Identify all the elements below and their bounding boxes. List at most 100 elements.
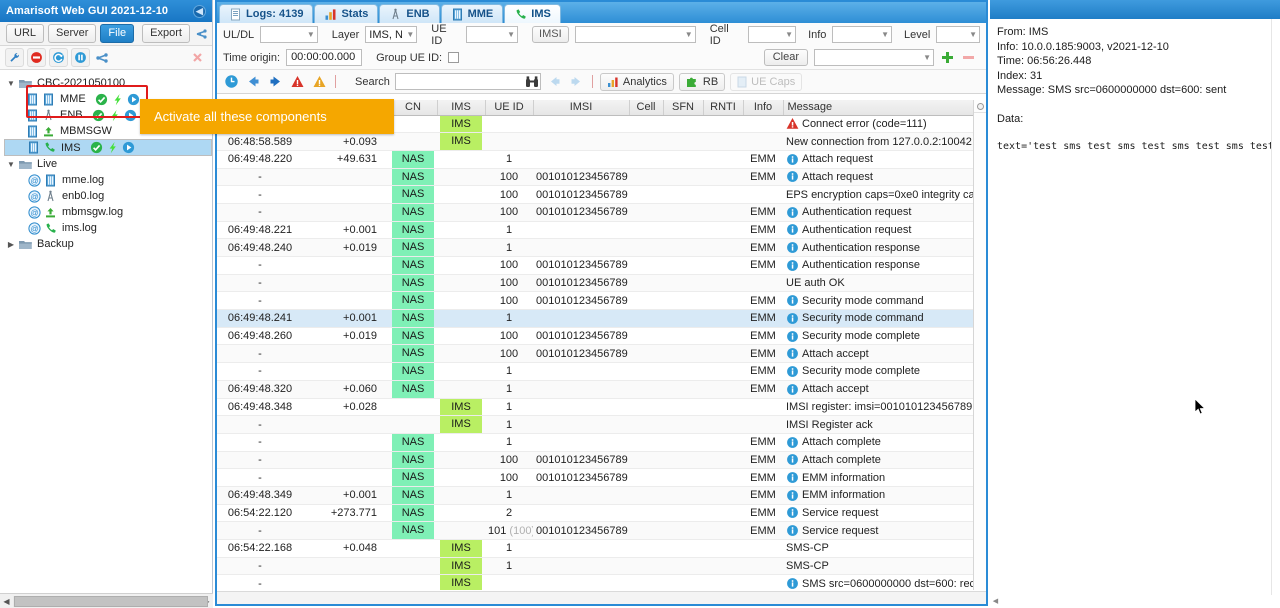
column-header-info[interactable]: Info <box>743 100 784 116</box>
imsi-button[interactable]: IMSI <box>532 26 569 43</box>
clock-icon[interactable] <box>223 73 240 90</box>
detail-vertical-scrollbar[interactable] <box>1271 19 1280 595</box>
tab-enb[interactable]: ENB <box>379 4 440 23</box>
tree-item-mme-log[interactable]: @ mme.log <box>4 172 212 188</box>
export-button[interactable]: Export <box>142 24 190 43</box>
binoculars-icon[interactable] <box>525 75 539 88</box>
tab-ims[interactable]: IMS <box>504 4 561 23</box>
table-row[interactable]: 06:49:48.349 +0.001 NAS 1 EMM EMM information <box>217 486 974 505</box>
sidebar-horizontal-scrollbar[interactable]: ◀ ▶ <box>0 593 213 608</box>
table-row[interactable]: 06:49:48.240 +0.019 NAS 1 EMM Authentication … <box>217 238 974 257</box>
warning-icon[interactable] <box>311 73 328 90</box>
chevron-left-icon[interactable]: ◀ <box>193 4 206 18</box>
refresh-icon[interactable] <box>49 48 68 67</box>
column-header-imsi[interactable]: IMSI <box>533 100 630 116</box>
table-row[interactable]: 06:54:22.120 +273.771 NAS 2 EMM Service reque… <box>217 504 974 523</box>
cellid-select[interactable]: ▼ <box>748 26 797 43</box>
prev-arrow-icon[interactable] <box>546 73 563 90</box>
wrench-icon[interactable] <box>5 48 24 67</box>
table-row[interactable]: - NAS 100 001010123456789 EMM Authentication … <box>217 256 974 275</box>
forward-arrow-icon[interactable] <box>267 73 284 90</box>
info-select[interactable]: ▼ <box>832 26 892 43</box>
table-row[interactable]: - NAS 101 (100) 001010123456789 EMM Service r… <box>217 521 974 540</box>
stop-icon[interactable] <box>27 48 46 67</box>
table-row[interactable]: - NAS 1 EMM Attach complete <box>217 433 974 452</box>
tree-item-cbc-2021050100[interactable]: ▼ CBC-2021050100 <box>4 75 212 91</box>
tab-logs[interactable]: Logs: 4139 <box>219 4 314 23</box>
table-row[interactable]: 06:54:22.168 +0.048 IMS 1 SMS-CP <box>217 539 974 558</box>
tree-item-backup[interactable]: ▶ Backup <box>4 236 212 252</box>
search-input[interactable] <box>394 73 541 90</box>
table-row[interactable]: - NAS 100 001010123456789 UE auth OK <box>217 274 974 293</box>
preset-select[interactable]: ▼ <box>814 49 934 66</box>
table-row[interactable]: - NAS 100 001010123456789 EMM Attach accept <box>217 344 974 364</box>
table-row[interactable]: 06:48:58.589 +0.093 IMS New connection from… <box>217 132 974 151</box>
table-row[interactable]: 06:49:48.221 +0.001 NAS 1 EMM Authentication … <box>217 221 974 240</box>
table-row[interactable]: 06:49:48.220 +49.631 NAS 1 EMM Attach request <box>217 150 974 169</box>
close-icon[interactable] <box>188 48 207 67</box>
tab-stats[interactable]: Stats <box>314 4 379 23</box>
uldl-select[interactable]: ▼ <box>260 26 318 43</box>
scroll-thumb[interactable] <box>14 595 208 607</box>
tree-toggle-icon[interactable]: ▼ <box>6 160 16 169</box>
table-row[interactable]: - NAS 100 001010123456789 EMM Authentication … <box>217 203 974 222</box>
table-row[interactable]: - NAS 100 001010123456789 EMM Security mode c… <box>217 291 974 311</box>
column-header-message[interactable]: Message <box>783 100 975 116</box>
ueid-select[interactable]: ▼ <box>466 26 519 43</box>
tree-toggle-icon[interactable]: ▼ <box>6 79 16 88</box>
next-arrow-icon[interactable] <box>568 73 585 90</box>
table-horizontal-scrollbar[interactable] <box>217 591 986 604</box>
column-header-cell[interactable]: Cell <box>629 100 664 116</box>
table-row[interactable]: - NAS 100 001010123456789 EMM Attach request <box>217 168 974 187</box>
table-row[interactable]: - IMS SMS src=0600000000 dst=600: received <box>217 574 974 590</box>
tree-toggle-icon[interactable]: ▶ <box>6 240 16 249</box>
table-row[interactable]: - NAS 100 001010123456789 EMM Attach complete <box>217 451 974 470</box>
tree-item-enb0-log[interactable]: @ enb0.log <box>4 188 212 204</box>
column-header-sfn[interactable]: SFN <box>663 100 704 116</box>
tree-item-ims[interactable]: IMS <box>4 139 212 156</box>
column-header-rnti[interactable]: RNTI <box>703 100 744 116</box>
back-arrow-icon[interactable] <box>245 73 262 90</box>
file-button[interactable]: File <box>100 24 135 43</box>
scroll-track[interactable] <box>13 595 208 607</box>
time-origin-input[interactable]: 00:00:00.000 <box>286 49 363 66</box>
table-row[interactable]: 06:49:48.320 +0.060 NAS 1 EMM Attach accept <box>217 380 974 399</box>
error-icon[interactable] <box>289 73 306 90</box>
table-row[interactable]: - IMS 1 SMS-CP <box>217 557 974 576</box>
scroll-left-icon[interactable]: ◀ <box>0 597 13 606</box>
pause-icon[interactable] <box>71 48 90 67</box>
plus-icon[interactable] <box>940 50 955 65</box>
group-ueid-checkbox[interactable] <box>448 52 460 63</box>
table-row[interactable]: 06:49:48.260 +0.019 NAS 100 001010123456789 E… <box>217 327 974 346</box>
cell-rnti <box>703 221 743 240</box>
rb-button[interactable]: RB <box>678 72 726 91</box>
tree-item-mbmsgw-log[interactable]: @ mbmsgw.log <box>4 204 212 220</box>
table-vertical-scrollbar[interactable] <box>973 100 986 590</box>
detail-horizontal-scrollbar[interactable]: ◀ <box>990 595 1280 608</box>
clear-button[interactable]: Clear <box>763 49 808 66</box>
scroll-left-icon[interactable]: ◀ <box>990 595 1001 606</box>
tab-mme[interactable]: MME <box>440 4 504 23</box>
layer-select[interactable]: IMS, N ▼ <box>365 26 418 43</box>
tree-item-ims-log[interactable]: @ ims.log <box>4 220 212 236</box>
table-row[interactable]: - NAS 100 001010123456789 EMM EMM information <box>217 468 974 487</box>
server-button[interactable]: Server <box>48 24 97 43</box>
plus-icon[interactable] <box>194 24 209 43</box>
column-header-cn[interactable]: CN <box>389 100 438 116</box>
table-row[interactable]: - NAS 100 001010123456789 EPS encryption cap… <box>217 185 974 204</box>
analytics-button[interactable]: Analytics <box>599 72 674 91</box>
level-select[interactable]: ▼ <box>936 26 980 43</box>
table-row[interactable]: - NAS 1 EMM Security mode complete <box>217 362 974 381</box>
ue-caps-button[interactable]: UE Caps <box>730 72 803 91</box>
url-button[interactable]: URL <box>6 24 45 43</box>
imsi-select[interactable]: ▼ <box>574 26 696 43</box>
table-row[interactable]: - IMS 1 IMSI Register ack <box>217 415 974 434</box>
table-row[interactable]: 06:49:48.241 +0.001 NAS 1 EMM Security mode c… <box>217 309 974 328</box>
column-header-ims[interactable]: IMS <box>437 100 486 116</box>
connect-icon[interactable] <box>93 48 112 67</box>
table-row[interactable]: 06:49:48.348 +0.028 IMS 1 IMSI register: ims… <box>217 398 974 417</box>
log-table-container[interactable]: CN IMS UE ID IMSI Cell SFN RNTI Info Message IMS… <box>217 100 986 590</box>
tree-item-live[interactable]: ▼ Live <box>4 156 212 172</box>
minus-icon[interactable] <box>961 50 976 65</box>
column-header-ue-id[interactable]: UE ID <box>485 100 534 116</box>
